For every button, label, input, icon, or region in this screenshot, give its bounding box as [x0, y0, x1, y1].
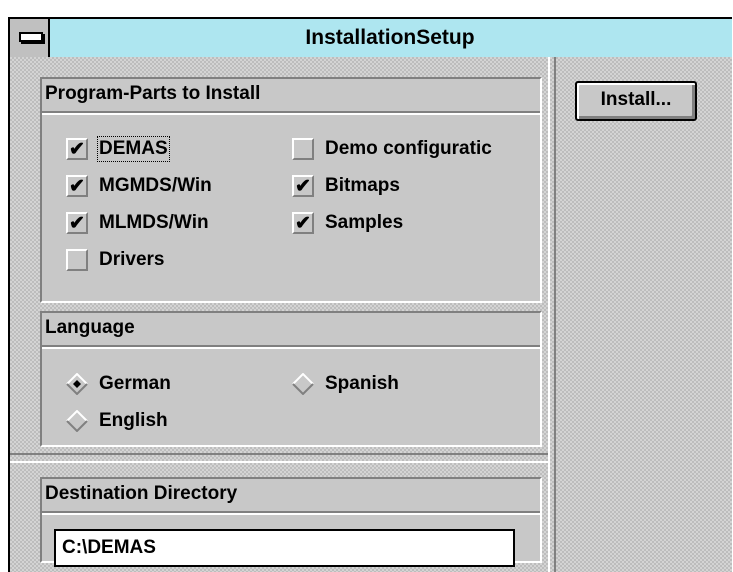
- language-heading: Language: [42, 313, 540, 349]
- checkbox-label: Samples: [325, 212, 404, 233]
- system-menu-button[interactable]: [10, 19, 50, 57]
- checkbox-samples[interactable]: Samples: [292, 209, 403, 237]
- program-parts-heading: Program-Parts to Install: [42, 79, 540, 115]
- installation-setup-window: InstallationSetup Program-Parts to Insta…: [8, 17, 732, 572]
- checkbox-drivers[interactable]: Drivers: [66, 246, 165, 274]
- checkbox-icon[interactable]: [66, 212, 88, 235]
- radio-label: German: [99, 373, 171, 394]
- checkbox-label: Bitmaps: [325, 175, 400, 196]
- radio-unselected-icon[interactable]: [66, 410, 88, 432]
- checkbox-demas[interactable]: DEMAS: [66, 135, 170, 163]
- checkbox-icon[interactable]: [66, 138, 88, 161]
- checkbox-label: MGMDS/Win: [99, 175, 212, 196]
- checkbox-icon[interactable]: [292, 212, 314, 235]
- checkbox-mlmds-win[interactable]: MLMDS/Win: [66, 209, 209, 237]
- title-bar[interactable]: InstallationSetup: [10, 19, 732, 59]
- program-parts-group: Program-Parts to Install DEMAS MGMDS/Win…: [40, 77, 542, 303]
- checkbox-label: Drivers: [99, 249, 165, 270]
- window-title: InstallationSetup: [305, 26, 475, 49]
- install-button[interactable]: Install...: [575, 81, 697, 121]
- checkbox-mgmds-win[interactable]: MGMDS/Win: [66, 172, 212, 200]
- checkbox-icon[interactable]: [66, 175, 88, 198]
- destination-heading: Destination Directory: [42, 479, 540, 515]
- checkbox-icon[interactable]: [292, 175, 314, 198]
- checkbox-icon[interactable]: [66, 249, 88, 271]
- radio-spanish[interactable]: Spanish: [292, 370, 399, 398]
- checkbox-label: Demo configuratic: [325, 138, 492, 159]
- destination-group: Destination Directory C:\DEMAS: [40, 477, 542, 567]
- radio-german[interactable]: German: [66, 370, 171, 398]
- destination-directory-input[interactable]: C:\DEMAS: [54, 529, 515, 567]
- radio-unselected-icon[interactable]: [292, 373, 314, 395]
- checkbox-label: MLMDS/Win: [99, 212, 209, 233]
- vertical-divider: [548, 57, 556, 572]
- horizontal-divider: [10, 453, 548, 463]
- language-group: Language German English Spanish: [40, 311, 542, 447]
- radio-english[interactable]: English: [66, 407, 168, 435]
- checkbox-bitmaps[interactable]: Bitmaps: [292, 172, 400, 200]
- checkbox-icon[interactable]: [292, 138, 314, 160]
- system-menu-icon: [19, 32, 43, 42]
- checkbox-label: DEMAS: [97, 136, 170, 162]
- radio-label: Spanish: [325, 373, 399, 394]
- client-area: Program-Parts to Install DEMAS MGMDS/Win…: [10, 57, 732, 572]
- radio-label: English: [99, 410, 168, 431]
- checkbox-demo-configuration[interactable]: Demo configuratic: [292, 135, 492, 163]
- radio-selected-icon[interactable]: [66, 373, 88, 395]
